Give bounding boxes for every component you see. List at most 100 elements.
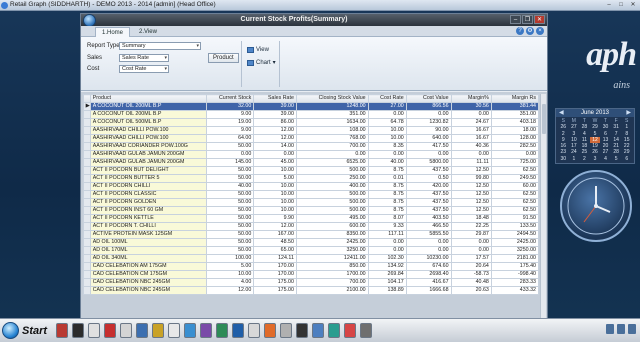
table-cell[interactable]: 8.75 bbox=[367, 182, 407, 191]
table-cell[interactable]: ACTIVE PROTEIN MASK 125GM bbox=[89, 230, 208, 239]
table-cell[interactable]: 8.35 bbox=[367, 142, 407, 151]
table-cell[interactable]: 12411.00 bbox=[295, 254, 369, 263]
table-cell[interactable]: 16.67 bbox=[450, 126, 492, 135]
row-indicator[interactable] bbox=[83, 134, 91, 143]
table-cell[interactable]: 12.50 bbox=[450, 190, 492, 199]
table-cell[interactable]: 500.00 bbox=[295, 166, 369, 175]
table-cell[interactable]: 17.57 bbox=[450, 254, 492, 263]
table-row[interactable]: ACTIVE PROTEIN MASK 125GM 50.00 167.00 8350… bbox=[83, 230, 540, 239]
table-cell[interactable]: 8.75 bbox=[367, 198, 407, 207]
taskbar-app-icon[interactable] bbox=[56, 323, 68, 338]
table-cell[interactable]: ACT II POCORN INST 60 GM bbox=[89, 206, 208, 215]
table-cell[interactable]: 104.17 bbox=[367, 278, 407, 287]
table-cell[interactable]: 50.00 bbox=[206, 238, 255, 247]
table-cell[interactable]: 768.00 bbox=[295, 134, 369, 143]
row-indicator[interactable] bbox=[83, 118, 91, 127]
table-cell[interactable]: 1700.00 bbox=[295, 270, 369, 279]
settings-icon[interactable]: ⚙ bbox=[526, 27, 534, 35]
table-cell[interactable]: 2100.00 bbox=[295, 286, 369, 295]
table-row[interactable]: AASHIRVAAD GULAB JAMUN 200GM 0.00 0.00 0.00… bbox=[83, 150, 540, 159]
taskbar-app-icon[interactable] bbox=[280, 323, 292, 338]
exit-icon[interactable]: × bbox=[536, 27, 544, 35]
table-row[interactable]: CAD CELEBATION CM 175GM 10.00 170.00 1700.0… bbox=[83, 270, 540, 279]
table-cell[interactable]: 495.00 bbox=[295, 214, 369, 223]
taskbar-app-icon[interactable] bbox=[216, 323, 228, 338]
table-cell[interactable]: 420.00 bbox=[405, 182, 452, 191]
table-cell[interactable]: 0.00 bbox=[405, 238, 452, 247]
taskbar-app-icon[interactable] bbox=[360, 323, 372, 338]
table-row[interactable]: AASHIRVAAD CHILLI POW.100 9.00 12.00 108.00… bbox=[83, 126, 540, 135]
table-cell[interactable]: 0.00 bbox=[405, 110, 452, 119]
taskbar-app-icon[interactable] bbox=[136, 323, 148, 338]
table-cell[interactable]: 102.30 bbox=[367, 254, 407, 263]
table-cell[interactable]: ACT II POCORN CLASSIC bbox=[89, 190, 208, 199]
table-cell[interactable]: 600.00 bbox=[295, 222, 369, 231]
table-cell[interactable]: 2425.00 bbox=[490, 238, 540, 247]
table-cell[interactable]: 8.75 bbox=[367, 166, 407, 175]
table-cell[interactable]: 170.00 bbox=[253, 270, 297, 279]
column-header[interactable]: Current Stock bbox=[206, 94, 255, 103]
table-cell[interactable]: CAD CELEBATION NBC 245GM bbox=[89, 286, 208, 295]
table-cell[interactable]: ACT II POCORN GOLDEN bbox=[89, 198, 208, 207]
table-cell[interactable]: 10.00 bbox=[367, 134, 407, 143]
table-cell[interactable]: CAD CELEBATION NBC 245GM bbox=[89, 278, 208, 287]
scrollbar-thumb[interactable] bbox=[542, 104, 546, 134]
table-cell[interactable]: 403.18 bbox=[490, 118, 540, 127]
table-cell[interactable]: 0.01 bbox=[367, 174, 407, 183]
table-cell[interactable]: 10.00 bbox=[253, 166, 297, 175]
row-indicator[interactable] bbox=[83, 262, 91, 271]
window-minimize-icon[interactable]: – bbox=[510, 15, 521, 24]
table-cell[interactable]: 175.40 bbox=[490, 262, 540, 271]
close-icon[interactable]: ✕ bbox=[628, 1, 638, 9]
table-row[interactable]: ACT II POCORN GOLDEN 50.00 10.00 500.00 8.75… bbox=[83, 198, 540, 207]
table-cell[interactable]: 133.50 bbox=[490, 222, 540, 231]
table-cell[interactable]: 10.00 bbox=[253, 198, 297, 207]
row-indicator[interactable] bbox=[83, 230, 91, 239]
table-cell[interactable]: 134.92 bbox=[367, 262, 407, 271]
table-cell[interactable]: 433.32 bbox=[490, 286, 540, 295]
table-cell[interactable]: 11.11 bbox=[450, 158, 492, 167]
table-cell[interactable]: 0.00 bbox=[367, 150, 407, 159]
row-indicator[interactable] bbox=[83, 198, 91, 207]
table-cell[interactable]: 12.00 bbox=[253, 222, 297, 231]
table-cell[interactable]: 62.50 bbox=[490, 206, 540, 215]
table-cell[interactable]: 381.44 bbox=[490, 102, 540, 111]
minimize-icon[interactable]: – bbox=[604, 1, 614, 9]
table-cell[interactable]: 50.00 bbox=[206, 246, 255, 255]
table-cell[interactable]: 108.00 bbox=[295, 126, 369, 135]
table-cell[interactable]: 14.00 bbox=[253, 142, 297, 151]
table-cell[interactable]: 0.00 bbox=[206, 150, 255, 159]
table-cell[interactable]: 283.33 bbox=[490, 278, 540, 287]
table-cell[interactable]: 50.00 bbox=[206, 198, 255, 207]
table-cell[interactable]: 3250.00 bbox=[490, 246, 540, 255]
volume-icon[interactable] bbox=[617, 324, 625, 334]
table-cell[interactable]: 32.00 bbox=[206, 102, 255, 111]
column-header[interactable]: Margin% bbox=[450, 94, 492, 103]
calendar-day[interactable]: 6 bbox=[621, 156, 632, 162]
table-cell[interactable]: 0.50 bbox=[405, 174, 452, 183]
table-cell[interactable]: 2698.40 bbox=[405, 270, 452, 279]
table-cell[interactable]: 62.50 bbox=[490, 190, 540, 199]
tab-home[interactable]: 1.Home bbox=[95, 27, 131, 37]
row-indicator[interactable]: ▶ bbox=[83, 102, 91, 111]
row-indicator[interactable] bbox=[83, 174, 91, 183]
calendar-day[interactable]: 1 bbox=[569, 156, 580, 162]
table-cell[interactable]: 24.67 bbox=[450, 118, 492, 127]
table-cell[interactable]: 12.50 bbox=[450, 182, 492, 191]
table-cell[interactable]: 50.00 bbox=[206, 230, 255, 239]
taskbar-app-icon[interactable] bbox=[152, 323, 164, 338]
table-cell[interactable]: 282.50 bbox=[490, 142, 540, 151]
column-header[interactable]: Margin Rs bbox=[490, 94, 540, 103]
table-row[interactable]: CAD CELEBATION NBC 245GM 4.00 175.00 700.00… bbox=[83, 278, 540, 287]
table-cell[interactable]: 50.00 bbox=[206, 222, 255, 231]
table-cell[interactable]: 10230.00 bbox=[405, 254, 452, 263]
tab-view[interactable]: 2.View bbox=[133, 27, 163, 37]
table-cell[interactable]: 99.80 bbox=[450, 174, 492, 183]
row-indicator[interactable] bbox=[83, 270, 91, 279]
table-cell[interactable]: 5.00 bbox=[206, 262, 255, 271]
table-cell[interactable]: 850.00 bbox=[295, 262, 369, 271]
table-cell[interactable]: 0.00 bbox=[405, 246, 452, 255]
cost-select[interactable]: Cost Rate ▾ bbox=[119, 65, 169, 73]
table-row[interactable]: ACT II POCORN CHILLI 40.00 10.00 400.00 8.75… bbox=[83, 182, 540, 191]
table-cell[interactable]: 437.50 bbox=[405, 190, 452, 199]
